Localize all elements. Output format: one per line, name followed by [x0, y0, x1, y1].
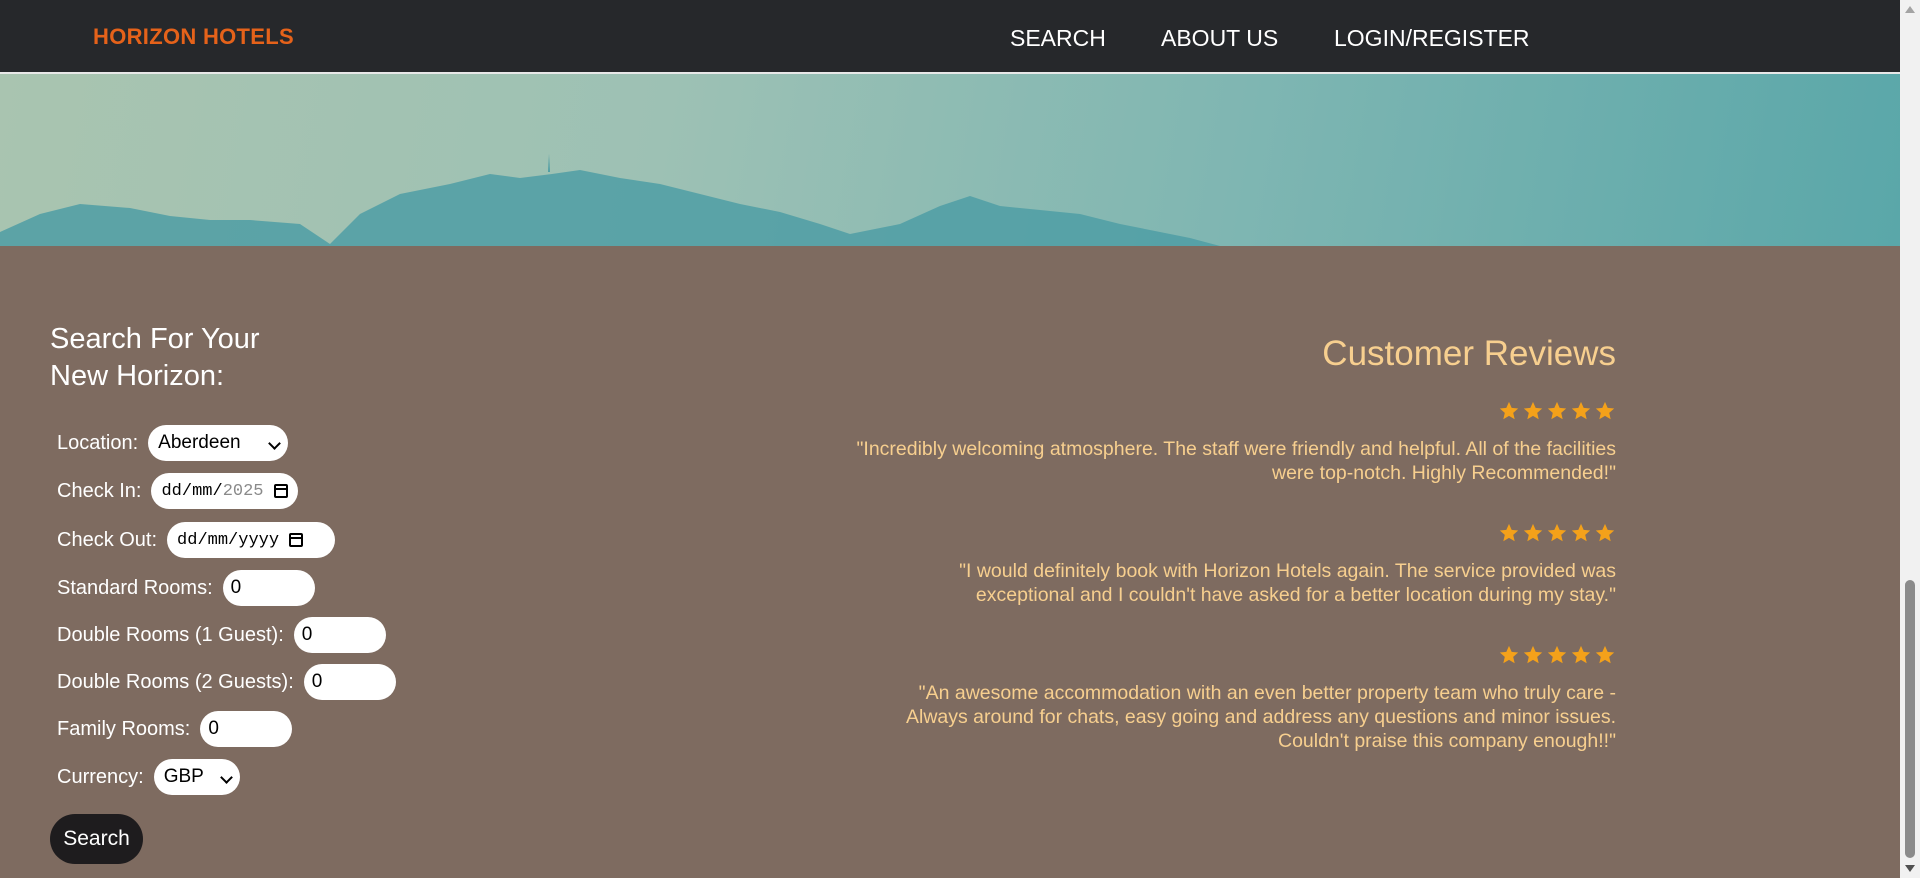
- review-rating: [1498, 644, 1616, 666]
- nav-login-register-link[interactable]: LOGIN/REGISTER: [1334, 25, 1530, 52]
- location-label: Location:: [57, 431, 139, 454]
- star-icon: [1595, 401, 1615, 420]
- checkin-row: Check In: dd/mm/2025: [57, 473, 299, 509]
- review-rating: [1498, 400, 1616, 422]
- standard-rooms-value: 0: [230, 577, 242, 598]
- location-select[interactable]: Aberdeen: [148, 425, 289, 461]
- family-rooms-value: 0: [208, 718, 219, 739]
- double-rooms-1-label: Double Rooms (1 Guest):: [57, 623, 284, 646]
- chevron-down-icon: [219, 771, 233, 784]
- search-title-line1: Search For Your: [50, 323, 260, 355]
- family-rooms-row: Family Rooms: 0: [57, 711, 293, 747]
- star-icon: [1523, 645, 1543, 664]
- checkin-label: Check In:: [57, 479, 142, 502]
- checkout-date-value: dd/mm/yyyy: [177, 530, 280, 550]
- scrollbar[interactable]: [1900, 0, 1920, 878]
- location-row: Location: Aberdeen: [57, 425, 289, 461]
- star-icon: [1499, 523, 1519, 542]
- standard-rooms-input[interactable]: 0: [222, 570, 315, 606]
- search-title-line2: New Horizon:: [50, 360, 225, 392]
- double-rooms-2-value: 0: [311, 671, 323, 692]
- star-icon: [1523, 401, 1543, 420]
- review-text: "Incredibly welcoming atmosphere. The st…: [856, 438, 1616, 484]
- scrollbar-thumb[interactable]: [1905, 580, 1915, 858]
- star-icon: [1571, 645, 1591, 664]
- checkin-date-input[interactable]: dd/mm/2025: [151, 473, 299, 509]
- double-rooms-1-input[interactable]: 0: [293, 617, 386, 653]
- star-icon: [1595, 645, 1615, 664]
- star-icon: [1523, 523, 1543, 542]
- star-icon: [1547, 401, 1567, 420]
- nav-about-us-link[interactable]: ABOUT US: [1161, 25, 1278, 52]
- star-icon: [1571, 401, 1591, 420]
- star-icon: [1547, 645, 1567, 664]
- checkin-date-value: dd/mm/: [161, 481, 223, 501]
- star-icon: [1595, 523, 1615, 542]
- mountain-silhouette: [0, 154, 1220, 246]
- currency-select[interactable]: GBP: [153, 759, 240, 795]
- scroll-down-arrow-icon[interactable]: [1905, 865, 1915, 872]
- star-icon: [1571, 523, 1591, 542]
- search-form-title: Search For Your New Horizon:: [50, 321, 310, 395]
- double-rooms-1-row: Double Rooms (1 Guest): 0: [57, 617, 386, 653]
- main-content: Search For Your New Horizon: Location: A…: [0, 246, 1900, 878]
- star-icon: [1499, 645, 1519, 664]
- review-text: "I would definitely book with Horizon Ho…: [959, 560, 1616, 606]
- checkout-date-input[interactable]: dd/mm/yyyy: [167, 522, 336, 558]
- navbar: HORIZON HOTELS SEARCH ABOUT US LOGIN/REG…: [0, 0, 1900, 74]
- chevron-down-icon: [268, 437, 282, 450]
- currency-label: Currency:: [57, 765, 144, 788]
- star-icon: [1547, 523, 1567, 542]
- review-text: "An awesome accommodation with an even b…: [906, 682, 1616, 752]
- family-rooms-input[interactable]: 0: [200, 711, 293, 747]
- nav-search-link[interactable]: SEARCH: [1010, 25, 1106, 52]
- currency-selected-value: GBP: [163, 766, 204, 787]
- brand-logo[interactable]: HORIZON HOTELS: [93, 24, 294, 50]
- search-button[interactable]: Search: [50, 814, 143, 864]
- checkout-label: Check Out:: [57, 528, 158, 551]
- standard-rooms-row: Standard Rooms: 0: [57, 570, 315, 606]
- double-rooms-2-input[interactable]: 0: [303, 664, 396, 700]
- double-rooms-1-value: 0: [301, 624, 313, 645]
- calendar-icon[interactable]: [289, 533, 304, 547]
- checkout-row: Check Out: dd/mm/yyyy: [57, 522, 336, 558]
- review-rating: [1498, 522, 1616, 544]
- hero-banner: [0, 74, 1900, 246]
- checkin-year-value: 2025: [222, 481, 264, 501]
- family-rooms-label: Family Rooms:: [57, 717, 191, 740]
- scroll-up-arrow-icon[interactable]: [1905, 6, 1915, 13]
- star-icon: [1499, 401, 1519, 420]
- currency-row: Currency: GBP: [57, 759, 240, 795]
- reviews-title: Customer Reviews: [1322, 334, 1616, 373]
- standard-rooms-label: Standard Rooms:: [57, 576, 213, 599]
- location-selected-value: Aberdeen: [158, 432, 241, 453]
- double-rooms-2-row: Double Rooms (2 Guests): 0: [57, 664, 396, 700]
- calendar-icon[interactable]: [273, 484, 288, 498]
- double-rooms-2-label: Double Rooms (2 Guests):: [57, 670, 294, 693]
